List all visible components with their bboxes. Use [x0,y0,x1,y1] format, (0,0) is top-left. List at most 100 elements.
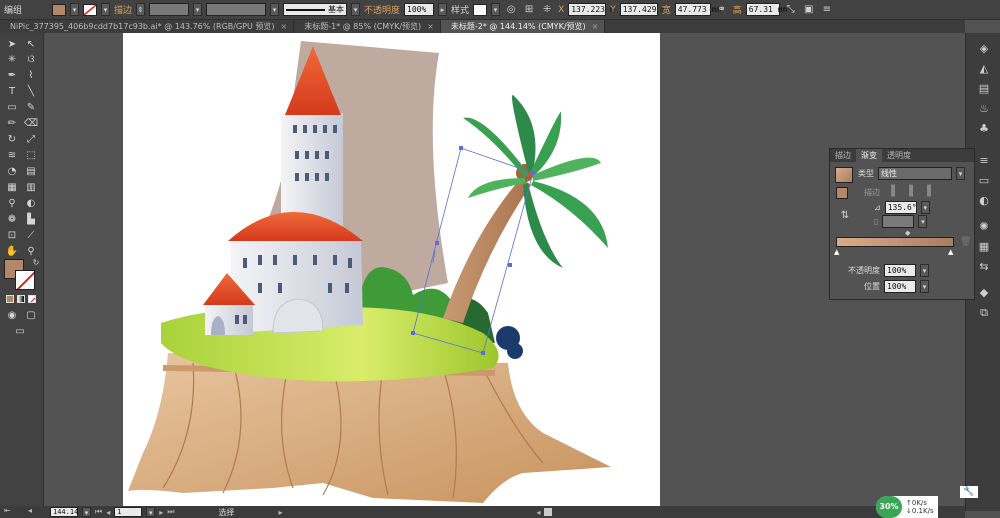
stop-opacity-dropdown-icon[interactable]: ▾ [920,264,929,277]
shape-builder-icon[interactable]: ◔ [4,165,20,179]
pen-tool-icon[interactable]: ✒ [4,69,20,83]
swatches-icon[interactable]: ▦ [976,239,992,255]
artboard-nav-first-icon[interactable]: ⇤ [4,506,11,515]
prev-page-icon[interactable]: ◂ [106,508,110,517]
stop-location-dropdown-icon[interactable]: ▾ [920,280,929,293]
line-tool-icon[interactable]: ╲ [23,85,39,99]
fill-dropdown-icon[interactable]: ▾ [70,3,80,16]
variable-width-field[interactable] [206,3,267,16]
x-field[interactable]: 137.223 m [568,3,615,16]
lasso-icon[interactable]: ଓ [23,53,39,67]
zoom-field[interactable]: 144.14 [50,507,78,517]
stroke-gradient-option-1-icon[interactable]: ▐ [884,185,898,199]
stroke-weight-field[interactable] [149,3,190,16]
draw-mode-icon[interactable]: ◉ [4,309,20,323]
width-tool-icon[interactable]: ≋ [4,149,20,163]
close-icon[interactable]: × [281,20,288,33]
hand-tool-icon[interactable]: ✋ [4,245,20,259]
stroke-gradient-option-2-icon[interactable]: ▐ [902,185,916,199]
transform-panel-icon[interactable]: ⇆ [976,259,992,275]
eraser-icon[interactable]: ⌫ [23,117,39,131]
angle-dropdown-icon[interactable]: ▾ [920,201,930,214]
gradient-panel-icon[interactable]: ▭ [976,173,992,189]
artboard-tool-icon[interactable]: ⊡ [4,229,20,243]
first-page-icon[interactable]: ⏮ [95,507,102,517]
magic-wand-icon[interactable]: ✳ [4,53,20,67]
artboard-nav-prev-icon[interactable]: ◂ [28,506,32,515]
gradient-stop-end-icon[interactable]: ▲ [948,248,953,256]
stroke-dropdown-icon[interactable]: ▾ [101,3,111,16]
color-guide-icon[interactable]: ▤ [976,81,992,97]
variable-width-dropdown-icon[interactable]: ▾ [270,3,280,16]
tab-untitled-1[interactable]: 未标题-1* @ 85% (CMYK/预览) × [294,20,441,33]
gradient-slider[interactable] [836,237,954,247]
color-icon[interactable]: ✺ [976,219,992,235]
fill-stroke-mini-icon[interactable] [836,187,848,199]
reference-point-icon[interactable]: ⁜ [540,3,554,17]
direct-selection-icon[interactable]: ↖ [23,38,39,52]
gradient-mode-icon[interactable] [17,295,25,303]
gradient-type-select[interactable]: 线性 [878,167,952,180]
horizontal-scroll-thumb[interactable] [544,508,553,516]
link-proportions-icon[interactable]: ⚭ [715,3,729,17]
stroke-weight-dropdown-icon[interactable]: ▾ [193,3,203,16]
stroke-label[interactable]: 描边 [114,3,132,16]
island-illustration[interactable] [123,33,660,506]
scale-icon[interactable]: ⤢ [23,133,39,147]
status-menu-icon[interactable]: ▸ [278,508,282,517]
rotate-icon[interactable]: ↻ [4,133,20,147]
fill-swatch[interactable] [52,3,67,16]
gradient-type-dropdown-icon[interactable]: ▾ [956,167,965,180]
tab-transparency[interactable]: 透明度 [882,149,916,162]
graphic-styles-icon[interactable]: ◭ [976,61,992,77]
recolor-icon[interactable]: ◎ [504,3,518,17]
gradient-stop-start-icon[interactable]: ▲ [834,248,839,256]
last-page-icon[interactable]: ⏭ [167,507,174,517]
color-mode-icon[interactable] [6,295,14,303]
brush-style-field[interactable]: 基本 [283,3,348,16]
rectangle-tool-icon[interactable]: ▭ [4,101,20,115]
perspective-grid-icon[interactable]: ▦ [4,181,20,195]
curvature-icon[interactable]: ⌇ [23,69,39,83]
symbols-icon[interactable]: ♣ [976,121,992,137]
draw-inside-icon[interactable]: ▢ [23,309,39,323]
scroll-left-icon[interactable]: ◂ [536,508,540,517]
tab-untitled-2[interactable]: 未标题-2* @ 144.14% (CMYK/预览) × [440,20,606,33]
pencil-icon[interactable]: ✏ [4,117,20,131]
reverse-gradient-icon[interactable]: ⇅ [838,209,852,223]
midpoint-icon[interactable]: ◆ [905,229,910,237]
height-field[interactable]: 67.31 mm [745,3,787,16]
wrench-icon[interactable]: 🔧 [960,486,978,498]
page-dropdown-icon[interactable]: ▾ [146,507,156,517]
opacity-field[interactable]: 100% [404,3,435,16]
free-transform-icon[interactable]: ⬚ [23,149,39,163]
artboard[interactable] [123,33,660,506]
close-icon[interactable]: × [592,20,599,33]
delete-stop-icon[interactable]: 🗑 [960,237,971,247]
stroke-panel-icon[interactable]: ≡ [976,153,992,169]
slice-tool-icon[interactable]: ⟋ [23,229,39,243]
layers-icon[interactable]: ◆ [976,285,992,301]
brush-style-dropdown-icon[interactable]: ▾ [351,3,361,16]
column-graph-icon[interactable]: ▙ [23,213,39,227]
transform-icon[interactable]: ⤡ [784,3,798,17]
stroke-gradient-option-3-icon[interactable]: ▐ [920,185,934,199]
stroke-weight-stepper[interactable]: ⇕ [136,3,146,16]
gradient-preview-swatch[interactable] [835,167,853,183]
stroke-swatch[interactable] [83,3,98,16]
type-tool-icon[interactable]: T [4,85,20,99]
selection-tool-icon[interactable]: ➤ [4,38,20,52]
graphic-style-swatch[interactable] [473,3,488,16]
transparency-icon[interactable]: ◐ [976,193,992,209]
menu-icon[interactable]: ≡ [820,3,834,17]
eyedropper-icon[interactable]: ⚲ [4,197,20,211]
swap-colors-icon[interactable]: ↻ [28,256,44,270]
gradient-tool-icon[interactable]: ▥ [23,181,39,195]
y-field[interactable]: 137.429 m [619,3,666,16]
stop-location-field[interactable]: 100% [884,280,916,293]
next-page-icon[interactable]: ▸ [159,508,163,517]
angle-field[interactable]: 135.6° [884,201,917,214]
symbol-sprayer-icon[interactable]: ❁ [4,213,20,227]
blend-tool-icon[interactable]: ◐ [23,197,39,211]
align-icon[interactable]: ⊞ [522,3,536,17]
